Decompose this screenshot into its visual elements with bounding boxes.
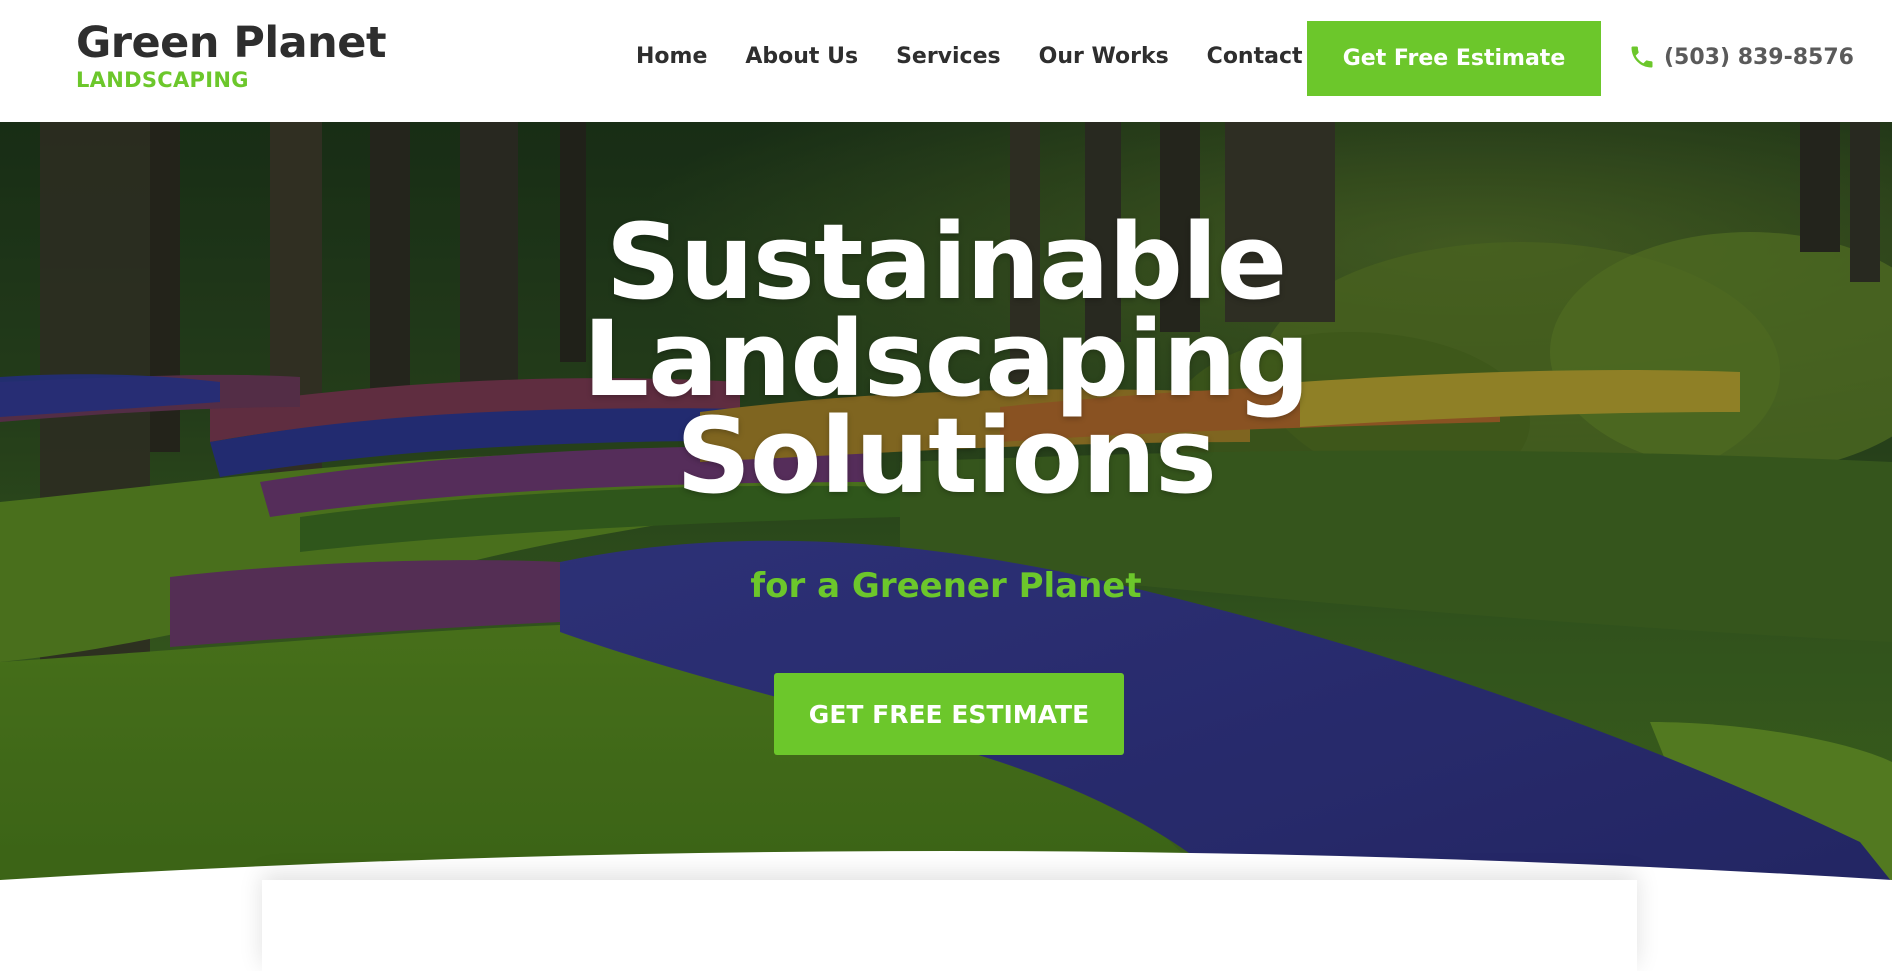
- hero-subtitle: for a Greener Planet: [750, 566, 1142, 606]
- phone-contact[interactable]: (503) 839-8576: [1628, 42, 1854, 72]
- phone-icon: [1631, 46, 1653, 68]
- logo-subtitle: LANDSCAPING: [76, 68, 249, 92]
- hero-title: Sustainable Landscaping Solutions: [0, 201, 1892, 517]
- nav-item-services[interactable]: Services: [896, 44, 1001, 69]
- nav-item-about-us[interactable]: About Us: [745, 44, 858, 69]
- hero-title-line: Sustainable: [605, 201, 1287, 323]
- nav-item-contact[interactable]: Contact: [1207, 44, 1303, 69]
- main-nav: Home About Us Services Our Works Contact: [636, 44, 1341, 69]
- site-header: Green Planet LANDSCAPING Home About Us S…: [0, 0, 1892, 122]
- content-card: [262, 880, 1637, 971]
- hero-get-free-estimate-button[interactable]: GET FREE ESTIMATE: [774, 673, 1124, 755]
- hero-title-line: Landscaping: [582, 298, 1310, 420]
- hero-title-line: Solutions: [676, 395, 1217, 517]
- hero-section: Sustainable Landscaping Solutions for a …: [0, 122, 1892, 971]
- site-logo[interactable]: Green Planet LANDSCAPING: [76, 18, 387, 92]
- nav-item-home[interactable]: Home: [636, 44, 707, 69]
- phone-number[interactable]: (503) 839-8576: [1664, 45, 1854, 70]
- get-free-estimate-button[interactable]: Get Free Estimate: [1307, 21, 1601, 96]
- logo-title: Green Planet: [76, 18, 387, 68]
- hero-content: Sustainable Landscaping Solutions for a …: [0, 122, 1892, 971]
- nav-item-our-works[interactable]: Our Works: [1039, 44, 1169, 69]
